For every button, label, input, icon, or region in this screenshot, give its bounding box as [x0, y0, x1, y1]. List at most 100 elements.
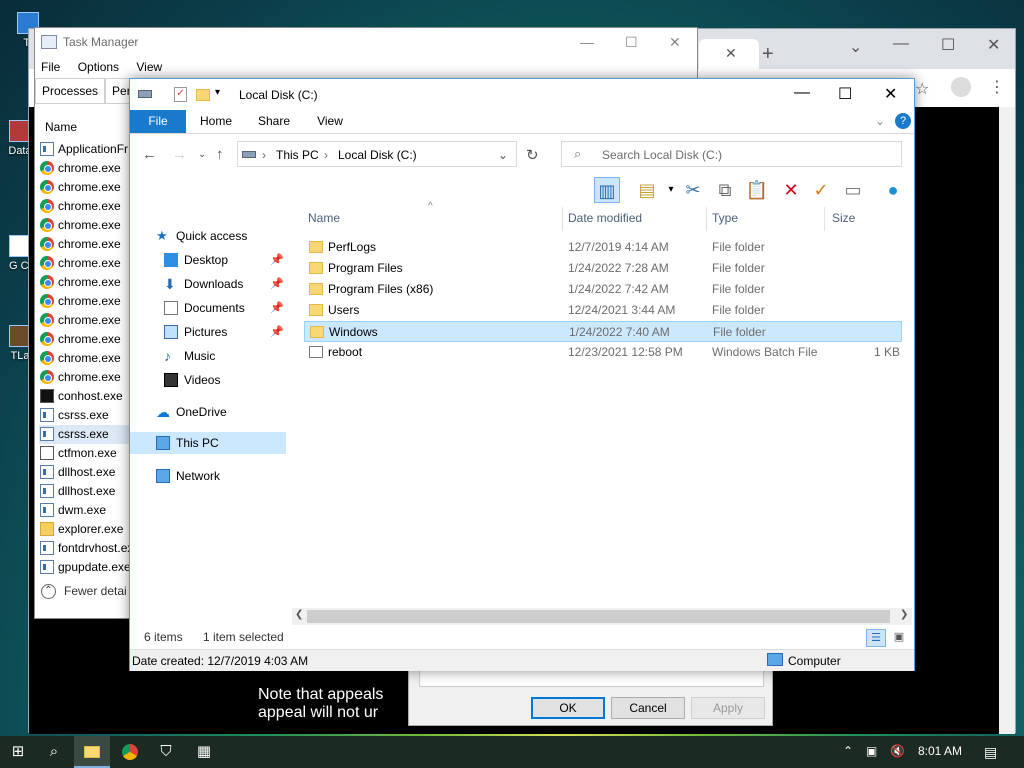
process-row[interactable]: gpupdate.exe — [39, 558, 131, 577]
rename-icon[interactable]: ▭ — [840, 177, 866, 203]
chevron-down-icon[interactable]: ⌄ — [498, 148, 508, 162]
pin-icon[interactable]: 📌 — [270, 321, 284, 343]
back-icon[interactable]: ← — [142, 146, 157, 163]
close-icon[interactable]: ✕ — [884, 84, 897, 104]
process-row[interactable]: ApplicationFr — [39, 140, 131, 159]
ok-button[interactable]: OK — [531, 697, 605, 719]
tab-home[interactable]: Home — [194, 110, 238, 133]
search-icon[interactable]: ⌕ — [36, 736, 72, 768]
fewer-details-button[interactable]: ⌃ Fewer detai — [41, 584, 127, 600]
process-row[interactable]: dwm.exe — [39, 501, 131, 520]
column-divider[interactable] — [824, 207, 825, 231]
globe-icon[interactable]: ● — [880, 177, 906, 203]
minimize-icon[interactable]: — — [794, 84, 810, 102]
clock[interactable]: 8:01 AM — [918, 744, 962, 758]
column-divider[interactable] — [562, 207, 563, 231]
maximize-icon[interactable]: ☐ — [941, 35, 955, 55]
paste-icon[interactable]: 📋 — [744, 177, 770, 203]
customize-dropdown-icon[interactable]: ▾ — [215, 87, 220, 98]
new-tab-icon[interactable]: + — [762, 43, 774, 66]
column-date-modified[interactable]: Date modified — [568, 211, 642, 231]
pin-icon[interactable]: 📌 — [270, 249, 284, 271]
file-row[interactable]: PerfLogs 12/7/2019 4:14 AM File folder — [304, 237, 902, 258]
file-row[interactable]: Windows 1/24/2022 7:40 AM File folder — [304, 321, 902, 342]
pin-icon[interactable]: 📌 — [270, 297, 284, 319]
cut-icon[interactable]: ✂ — [680, 177, 706, 203]
process-row[interactable]: explorer.exe — [39, 520, 131, 539]
new-folder-icon[interactable] — [196, 89, 210, 101]
network-tray-icon[interactable]: ▣ — [866, 744, 877, 758]
security-taskbar-icon[interactable]: ⛉ — [148, 736, 184, 768]
close-tab-icon[interactable]: ✕ — [725, 45, 737, 62]
address-bar[interactable]: › This PC › Local Disk (C:) ⌄ — [237, 141, 517, 167]
task-manager-taskbar-icon[interactable]: ▦ — [186, 736, 222, 768]
tab-file[interactable]: File — [130, 110, 186, 133]
tab-share[interactable]: Share — [252, 110, 296, 133]
delete-icon[interactable]: ✕ — [778, 177, 804, 203]
scroll-left-icon[interactable]: ❮ — [295, 609, 303, 620]
process-row[interactable]: chrome.exe — [39, 330, 131, 349]
notification-icon[interactable]: ▤ — [984, 744, 997, 761]
column-header-name[interactable]: Name — [45, 120, 77, 134]
menu-file[interactable]: File — [41, 56, 60, 78]
breadcrumb-local-disk[interactable]: Local Disk (C:) — [338, 148, 417, 162]
file-row[interactable]: Users 12/24/2021 3:44 AM File folder — [304, 300, 902, 321]
minimize-icon[interactable]: — — [893, 35, 909, 53]
process-row[interactable]: dllhost.exe — [39, 482, 131, 501]
menu-options[interactable]: Options — [78, 56, 119, 78]
nav-this-pc[interactable]: This PC — [130, 432, 286, 454]
up-icon[interactable]: ↑ — [216, 146, 224, 163]
nav-documents[interactable]: Documents 📌 — [164, 297, 288, 319]
pin-icon[interactable]: 📌 — [270, 273, 284, 295]
close-icon[interactable]: ✕ — [669, 28, 681, 56]
star-icon[interactable]: ☆ — [915, 79, 929, 99]
nav-downloads[interactable]: ⬇ Downloads 📌 — [164, 273, 288, 295]
task-manager-titlebar[interactable]: Task Manager — ☐ ✕ — [35, 28, 697, 56]
process-row[interactable]: csrss.exe — [39, 406, 131, 425]
chrome-taskbar-icon[interactable] — [112, 736, 148, 768]
chevron-down-icon[interactable]: ⌄ — [849, 37, 862, 57]
process-row[interactable]: chrome.exe — [39, 235, 131, 254]
menu-view[interactable]: View — [136, 56, 162, 78]
process-row[interactable]: chrome.exe — [39, 349, 131, 368]
process-row[interactable]: ctfmon.exe — [39, 444, 131, 463]
preview-pane-icon[interactable]: ▥ — [594, 177, 620, 203]
process-row[interactable]: dllhost.exe — [39, 463, 131, 482]
file-row[interactable]: Program Files (x86) 1/24/2022 7:42 AM File… — [304, 279, 902, 300]
scroll-right-icon[interactable]: ❯ — [900, 609, 908, 620]
horizontal-scrollbar[interactable]: ❮ ❯ — [292, 608, 912, 625]
file-explorer-taskbar-icon[interactable] — [74, 736, 110, 768]
close-icon[interactable]: ✕ — [987, 35, 1000, 55]
help-icon[interactable]: ? — [895, 113, 911, 129]
windows-start-icon[interactable]: ⊞ — [0, 736, 36, 768]
process-row[interactable]: chrome.exe — [39, 292, 131, 311]
process-row[interactable]: chrome.exe — [39, 368, 131, 387]
nav-pictures[interactable]: Pictures 📌 — [164, 321, 288, 343]
file-row[interactable]: reboot 12/23/2021 12:58 PM Windows Batch F… — [304, 342, 902, 363]
details-view-icon[interactable]: ☰ — [866, 629, 886, 647]
recent-dropdown-icon[interactable]: ⌄ — [198, 149, 206, 160]
scroll-thumb[interactable] — [307, 610, 890, 623]
file-row[interactable]: Program Files 1/24/2022 7:28 AM File folde… — [304, 258, 902, 279]
maximize-icon[interactable]: ☐ — [838, 84, 852, 104]
process-row[interactable]: chrome.exe — [39, 216, 131, 235]
chevron-down-icon[interactable]: ⌄ — [875, 114, 885, 128]
process-row[interactable]: chrome.exe — [39, 197, 131, 216]
browser-scrollbar[interactable] — [999, 107, 1015, 734]
profile-icon[interactable] — [951, 77, 971, 97]
forward-icon[interactable]: → — [172, 146, 187, 163]
process-row[interactable]: chrome.exe — [39, 311, 131, 330]
large-icons-view-icon[interactable]: ▣ — [890, 629, 908, 647]
refresh-icon[interactable]: ↻ — [526, 146, 539, 164]
maximize-icon[interactable]: ☐ — [625, 28, 638, 56]
menu-icon[interactable]: ⋮ — [989, 77, 1005, 97]
copy-icon[interactable]: ⧉ — [712, 177, 738, 203]
process-row[interactable]: chrome.exe — [39, 159, 131, 178]
column-divider[interactable] — [706, 207, 707, 231]
process-row[interactable]: chrome.exe — [39, 178, 131, 197]
properties-icon[interactable]: ✓ — [174, 87, 187, 102]
volume-muted-icon[interactable]: 🔇 — [890, 744, 905, 758]
process-row[interactable]: chrome.exe — [39, 254, 131, 273]
chevron-up-icon[interactable]: ⌃ — [843, 744, 853, 758]
minimize-icon[interactable]: — — [580, 28, 594, 56]
